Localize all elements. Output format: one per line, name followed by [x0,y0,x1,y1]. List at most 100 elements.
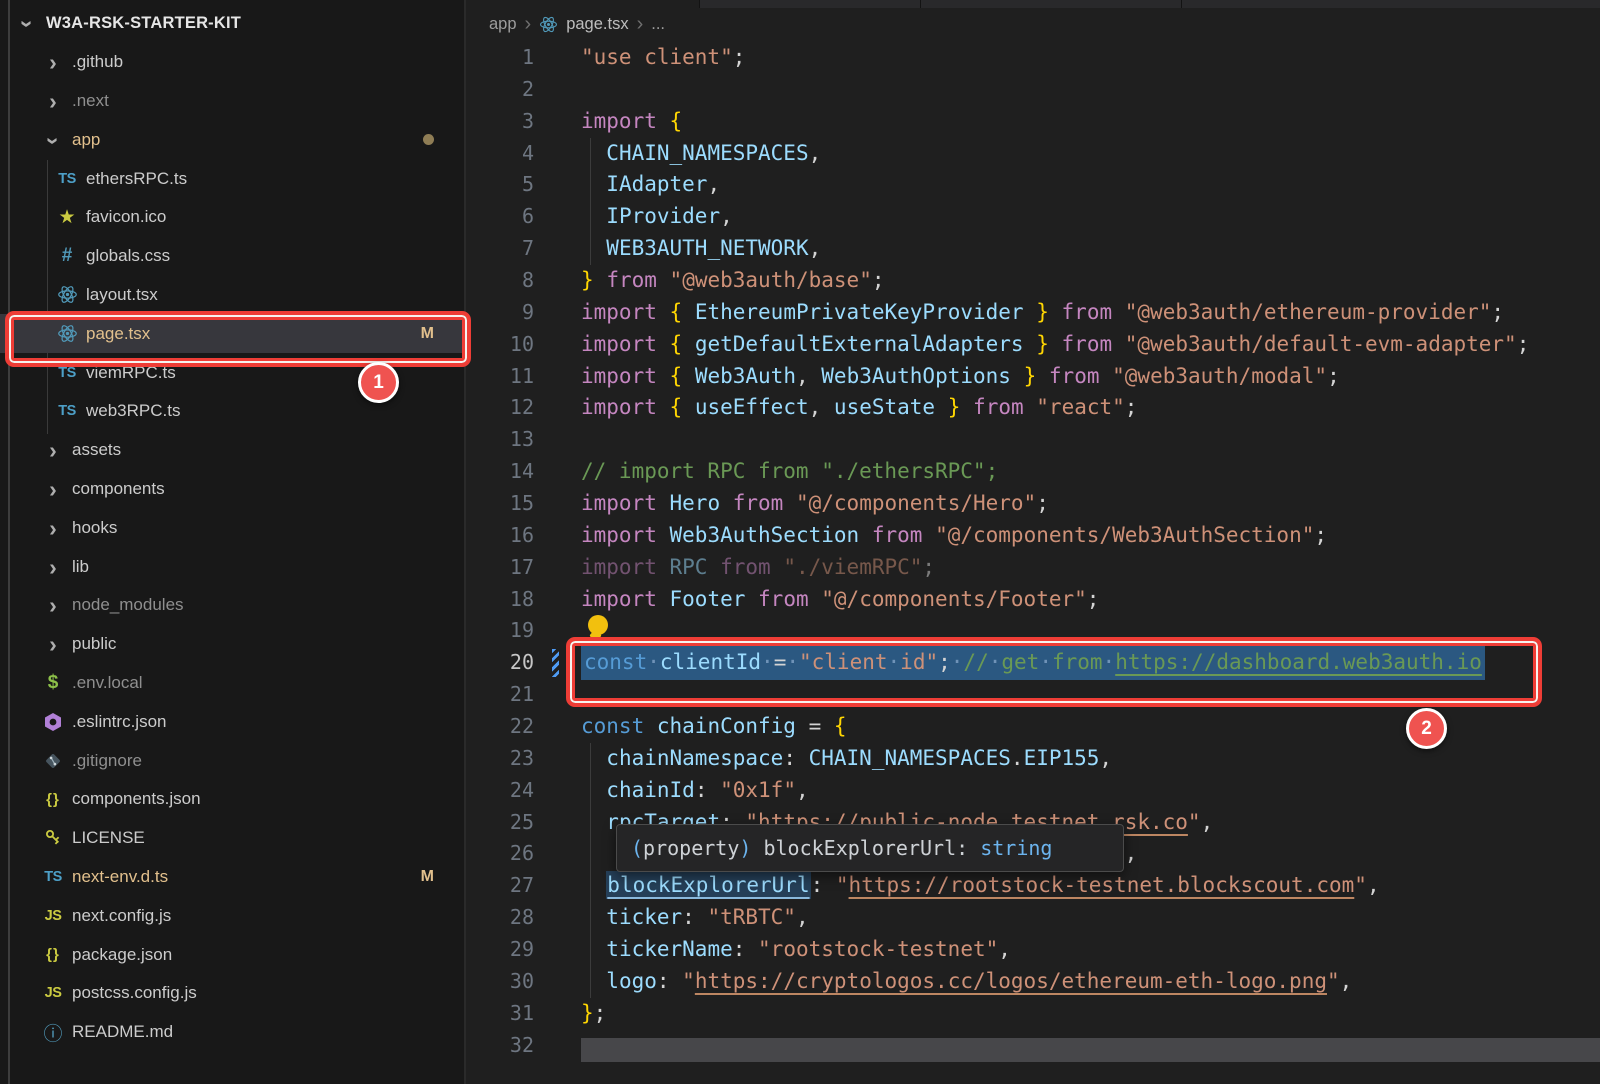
tree-item-layout-tsx[interactable]: layout.tsx [0,276,464,315]
tree-item-components[interactable]: ›components [0,470,464,509]
code-line-14[interactable]: 14// import RPC from "./ethersRPC"; [466,456,1600,488]
code-line-30[interactable]: 30 logo: "https://cryptologos.cc/logos/e… [466,966,1600,998]
tree-item-lib[interactable]: ›lib [0,547,464,586]
line-number[interactable]: 13 [466,424,534,456]
line-number[interactable]: 9 [466,297,534,329]
line-number[interactable]: 31 [466,998,534,1030]
line-number[interactable]: 4 [466,138,534,170]
editor-tab[interactable] [700,0,921,8]
line-number[interactable]: 11 [466,361,534,393]
line-number[interactable]: 32 [466,1030,534,1062]
line-number[interactable]: 15 [466,488,534,520]
code-line-28[interactable]: 28 ticker: "tRBTC", [466,902,1600,934]
line-number[interactable]: 8 [466,265,534,297]
tree-item-app[interactable]: ›app [0,120,464,159]
tree-item-next-env-d-ts[interactable]: TSnext-env.d.tsM [0,858,464,897]
tree-item-label: layout.tsx [86,285,158,305]
line-number[interactable]: 6 [466,201,534,233]
breadcrumb-file[interactable]: page.tsx [566,15,628,34]
line-number[interactable]: 23 [466,743,534,775]
line-number[interactable]: 20 [466,647,534,679]
tree-item--env-local[interactable]: $.env.local [0,664,464,703]
tree-item-page-tsx[interactable]: page.tsxM [0,314,464,353]
tree-item-web3rpc-ts[interactable]: TSweb3RPC.ts [0,392,464,431]
lightbulb-icon[interactable] [588,615,608,635]
line-number[interactable]: 5 [466,169,534,201]
line-number[interactable]: 17 [466,552,534,584]
code-line-12[interactable]: 12import { useEffect, useState } from "r… [466,392,1600,424]
line-number[interactable]: 24 [466,775,534,807]
code-line-13[interactable]: 13 [466,424,1600,456]
chevron-right-icon: › [40,516,66,540]
tree-item--github[interactable]: ›.github [0,43,464,82]
line-number[interactable]: 28 [466,902,534,934]
line-number[interactable]: 10 [466,329,534,361]
code-area[interactable]: 1"use client";23import {4 CHAIN_NAMESPAC… [466,42,1600,1062]
code-line-24[interactable]: 24 chainId: "0x1f", [466,775,1600,807]
breadcrumb-folder[interactable]: app [489,15,517,34]
line-number[interactable]: 1 [466,42,534,74]
line-number[interactable]: 7 [466,233,534,265]
code-line-19[interactable]: 19 [466,615,1600,647]
code-line-4[interactable]: 4 CHAIN_NAMESPACES, [466,138,1600,170]
code-line-1[interactable]: 1"use client"; [466,42,1600,74]
code-line-7[interactable]: 7 WEB3AUTH_NETWORK, [466,233,1600,265]
tree-item-next-config-js[interactable]: JSnext.config.js [0,896,464,935]
code-line-6[interactable]: 6 IProvider, [466,201,1600,233]
code-line-8[interactable]: 8} from "@web3auth/base"; [466,265,1600,297]
tree-item--eslintrc-json[interactable]: .eslintrc.json [0,702,464,741]
code-line-2[interactable]: 2 [466,74,1600,106]
line-number[interactable]: 14 [466,456,534,488]
line-number[interactable]: 2 [466,74,534,106]
tree-item-globals-css[interactable]: #globals.css [0,237,464,276]
tree-item-package-json[interactable]: {}package.json [0,935,464,974]
tree-item--next[interactable]: ›.next [0,82,464,121]
code-line-27[interactable]: 27 blockExplorerUrl: "https://rootstock-… [466,870,1600,902]
code-line-31[interactable]: 31}; [466,998,1600,1030]
line-number[interactable]: 22 [466,711,534,743]
code-line-17[interactable]: 17import RPC from "./viemRPC"; [466,552,1600,584]
code-line-5[interactable]: 5 IAdapter, [466,169,1600,201]
tree-item-components-json[interactable]: {}components.json [0,780,464,819]
line-number[interactable]: 3 [466,106,534,138]
editor-tab[interactable] [921,0,1182,8]
code-line-11[interactable]: 11import { Web3Auth, Web3AuthOptions } f… [466,361,1600,393]
tree-item-readme-md[interactable]: ⓘREADME.md [0,1013,464,1052]
code-line-18[interactable]: 18import Footer from "@/components/Foote… [466,584,1600,616]
tree-item-postcss-config-js[interactable]: JSpostcss.config.js [0,974,464,1013]
tree-item-favicon-ico[interactable]: ★favicon.ico [0,198,464,237]
code-line-21[interactable]: 21 [466,679,1600,711]
tree-item-node-modules[interactable]: ›node_modules [0,586,464,625]
line-number[interactable]: 26 [466,838,534,870]
line-number[interactable]: 29 [466,934,534,966]
line-number[interactable]: 19 [466,615,534,647]
line-number[interactable]: 12 [466,392,534,424]
line-number[interactable]: 25 [466,807,534,839]
tree-item-label: components [72,479,165,499]
breadcrumb-symbol[interactable]: ... [651,15,665,34]
line-number[interactable]: 16 [466,520,534,552]
tree-item-public[interactable]: ›public [0,625,464,664]
code-line-16[interactable]: 16import Web3AuthSection from "@/compone… [466,520,1600,552]
code-line-10[interactable]: 10import { getDefaultExternalAdapters } … [466,329,1600,361]
tree-item-assets[interactable]: ›assets [0,431,464,470]
tree-item-hooks[interactable]: ›hooks [0,508,464,547]
tree-item-license[interactable]: LICENSE [0,819,464,858]
line-number[interactable]: 18 [466,584,534,616]
code-line-29[interactable]: 29 tickerName: "rootstock-testnet", [466,934,1600,966]
line-number[interactable]: 27 [466,870,534,902]
key-icon [40,826,66,850]
line-number[interactable]: 21 [466,679,534,711]
code-line-15[interactable]: 15import Hero from "@/components/Hero"; [466,488,1600,520]
tree-item-w3a-rsk-starter-kit[interactable]: ›W3A-RSK-STARTER-KIT [0,4,464,43]
info-icon: ⓘ [40,1020,66,1044]
tree-item--gitignore[interactable]: .gitignore [0,741,464,780]
editor-tab[interactable] [466,0,700,8]
editor-tab[interactable] [1182,0,1600,8]
code-line-9[interactable]: 9import { EthereumPrivateKeyProvider } f… [466,297,1600,329]
line-number[interactable]: 30 [466,966,534,998]
git-icon [40,749,66,773]
code-line-3[interactable]: 3import { [466,106,1600,138]
tree-item-ethersrpc-ts[interactable]: TSethersRPC.ts [0,159,464,198]
code-line-20[interactable]: 20const·clientId·=·"client·id";·//·get·f… [466,647,1600,679]
